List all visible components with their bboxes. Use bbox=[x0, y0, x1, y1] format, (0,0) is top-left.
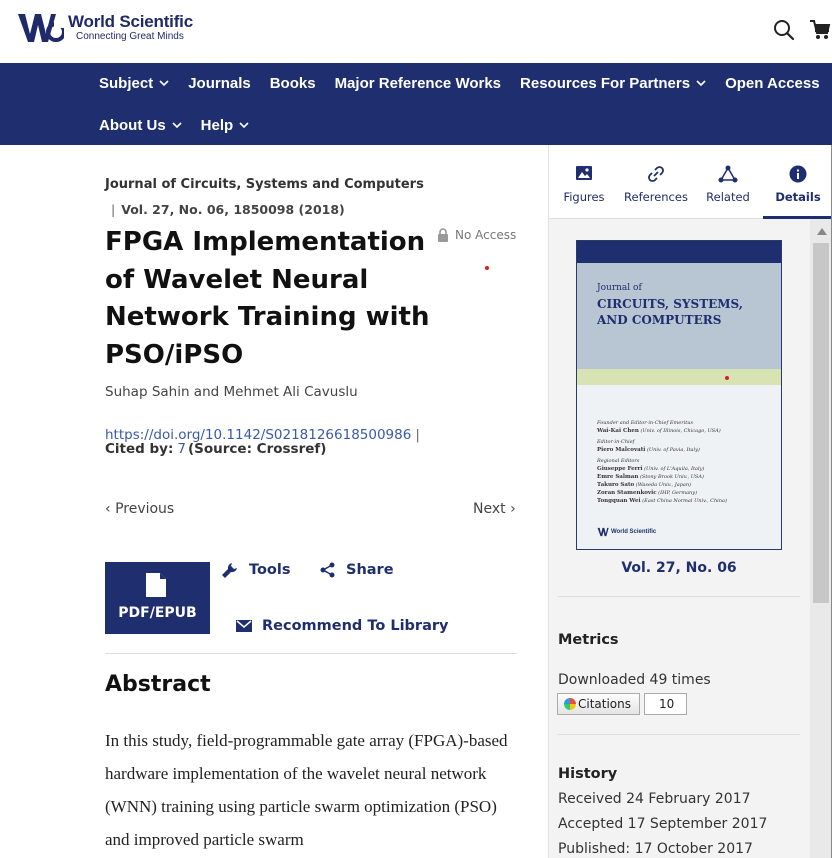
link-icon bbox=[648, 166, 664, 182]
volume-line: | Vol. 27, No. 06, 1850098 (2018) bbox=[111, 202, 345, 217]
site-header: World Scientific Connecting Great Minds bbox=[0, 0, 832, 63]
article-title: FPGA Implementation of Wavelet Neural Ne… bbox=[105, 227, 430, 370]
chevron-down-icon bbox=[172, 122, 182, 129]
red-marker-dot bbox=[725, 376, 729, 380]
metrics-heading: Metrics bbox=[558, 632, 619, 648]
cart-icon[interactable] bbox=[808, 18, 832, 42]
document-icon bbox=[146, 573, 166, 597]
red-marker-dot bbox=[485, 266, 489, 270]
divider bbox=[558, 596, 800, 597]
divider bbox=[105, 653, 517, 654]
next-article-link[interactable]: Next › bbox=[473, 501, 516, 517]
tab-related[interactable]: Related bbox=[693, 145, 763, 219]
history-accepted: Accepted 17 September 2017 bbox=[558, 816, 768, 832]
scite-logo-icon bbox=[564, 698, 576, 710]
chevron-down-icon bbox=[239, 122, 249, 129]
tools-button[interactable]: Tools bbox=[221, 561, 291, 579]
logo-tagline: Connecting Great Minds bbox=[76, 31, 184, 42]
share-button[interactable]: Share bbox=[320, 562, 394, 578]
citations-badge[interactable]: Citations 10 bbox=[557, 692, 688, 716]
cited-by: Cited by: 7 (Source: Crossref) bbox=[105, 441, 327, 457]
cover-logo-icon bbox=[597, 527, 609, 537]
lock-icon bbox=[438, 228, 448, 242]
nav-major-reference-works[interactable]: Major Reference Works bbox=[335, 73, 501, 93]
nav-journals[interactable]: Journals bbox=[188, 73, 251, 93]
recommend-to-library-button[interactable]: Recommend To Library bbox=[236, 618, 448, 634]
volume-issue-link[interactable]: Vol. 27, No. 06 bbox=[548, 560, 810, 576]
logo-mark-icon bbox=[16, 8, 66, 48]
nav-open-access[interactable]: Open Access bbox=[725, 73, 820, 93]
search-icon[interactable] bbox=[772, 18, 796, 42]
journal-name-link[interactable]: Journal of Circuits, Systems and Compute… bbox=[105, 177, 424, 192]
divider bbox=[558, 734, 800, 735]
tab-references[interactable]: References bbox=[619, 145, 693, 219]
authors[interactable]: Suhap Sahin and Mehmet Ali Cavuslu bbox=[105, 384, 358, 400]
downloads-count: Downloaded 49 times bbox=[558, 672, 711, 688]
access-status: No Access bbox=[437, 228, 516, 242]
network-icon bbox=[718, 165, 738, 183]
chevron-down-icon bbox=[159, 80, 169, 87]
previous-article-link[interactable]: ‹ Previous bbox=[105, 501, 174, 517]
main-navigation: Subject Journals Books Major Reference W… bbox=[0, 63, 832, 145]
wrench-icon bbox=[222, 563, 237, 578]
history-heading: History bbox=[558, 766, 618, 782]
nav-help[interactable]: Help bbox=[201, 115, 250, 135]
image-icon bbox=[576, 166, 592, 180]
scroll-up-arrow-icon[interactable] bbox=[817, 228, 827, 235]
info-icon bbox=[789, 165, 807, 183]
nav-about-us[interactable]: About Us bbox=[99, 115, 182, 135]
abstract-heading: Abstract bbox=[105, 672, 211, 697]
pdf-epub-button[interactable]: PDF/EPUB bbox=[105, 562, 210, 634]
abstract-text: In this study, field-programmable gate a… bbox=[105, 731, 508, 849]
cited-count-link[interactable]: 7 bbox=[177, 441, 186, 457]
world-scientific-logo[interactable]: World Scientific Connecting Great Minds bbox=[16, 8, 193, 48]
nav-subject[interactable]: Subject bbox=[99, 73, 169, 93]
history-received: Received 24 February 2017 bbox=[558, 791, 751, 807]
scrollbar-thumb[interactable] bbox=[813, 243, 829, 603]
journal-cover-image[interactable]: Journal of CIRCUITS, SYSTEMS, AND COMPUT… bbox=[576, 240, 782, 550]
logo-title: World Scientific bbox=[68, 12, 193, 31]
nav-books[interactable]: Books bbox=[270, 73, 316, 93]
history-published: Published: 17 October 2017 bbox=[558, 841, 753, 857]
tab-figures[interactable]: Figures bbox=[549, 145, 619, 219]
chevron-down-icon bbox=[696, 80, 706, 87]
envelope-icon bbox=[236, 620, 252, 632]
sidebar-tabs: Figures References Related Details bbox=[548, 145, 832, 219]
nav-resources-for-partners[interactable]: Resources For Partners bbox=[520, 73, 706, 93]
tab-details[interactable]: Details bbox=[763, 145, 832, 219]
chevron-right-icon: › bbox=[505, 501, 516, 517]
chevron-left-icon: ‹ bbox=[105, 501, 116, 517]
share-icon bbox=[320, 562, 335, 578]
